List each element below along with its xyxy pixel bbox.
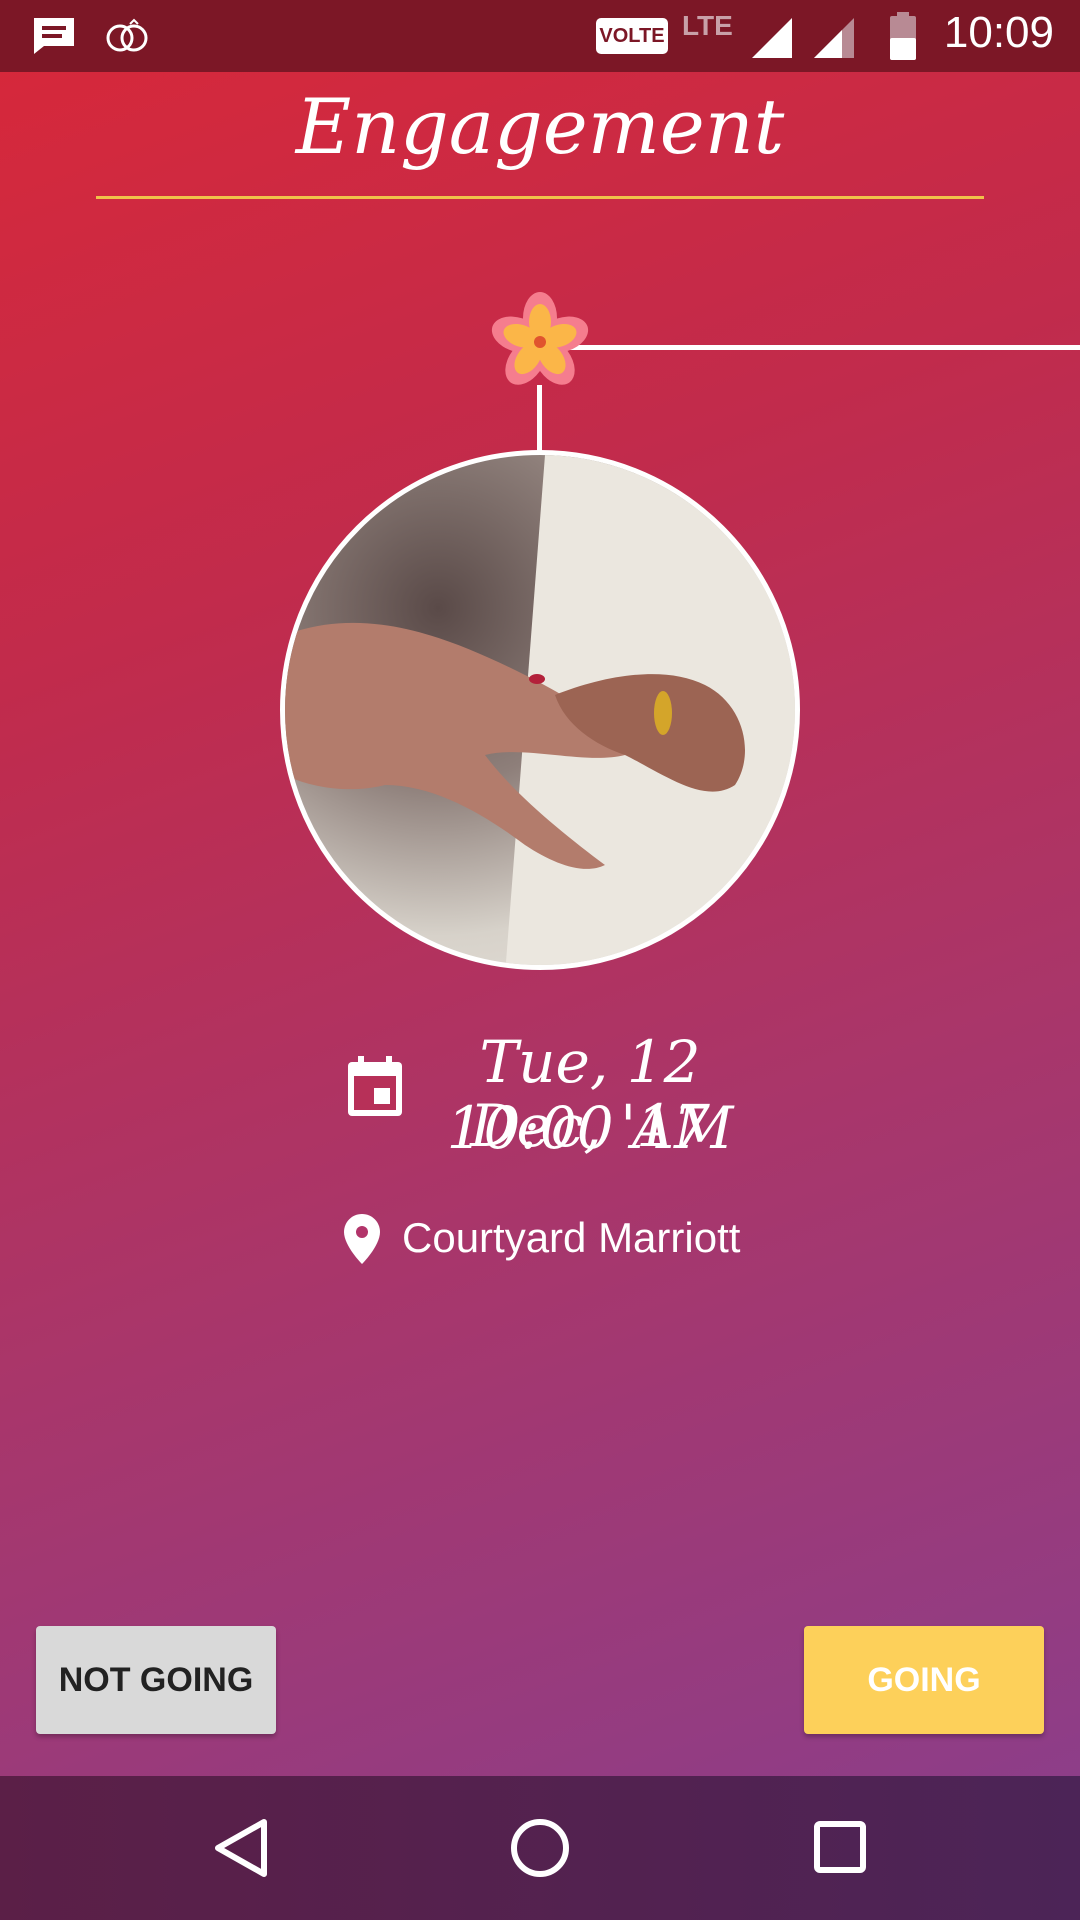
message-icon [34,18,74,54]
volte-badge: VOLTE [596,18,668,54]
decorative-line [570,345,1080,350]
signal-icon [814,18,854,58]
event-title: Engagement [295,82,785,171]
title-divider [96,196,984,199]
event-venue[interactable]: Courtyard Marriott [402,1214,740,1262]
recents-icon[interactable] [812,1816,868,1880]
back-icon[interactable] [212,1816,270,1880]
home-icon[interactable] [508,1816,572,1880]
rings-icon [106,18,148,52]
status-bar: VOLTE LTE 10:09 [0,0,1080,72]
signal-icon [752,18,792,58]
flower-icon [491,292,589,385]
battery-icon [890,12,916,60]
clock: 10:09 [943,8,1054,57]
event-time: 10:00 AM [446,1094,734,1162]
location-pin-icon [344,1214,380,1264]
event-photo [280,450,800,970]
decorative-line [537,385,542,455]
going-button[interactable]: GOING [804,1626,1044,1734]
not-going-button[interactable]: NOT GOING [36,1626,276,1734]
network-type-label: LTE [682,10,733,41]
calendar-icon [348,1056,402,1116]
navigation-bar [0,1776,1080,1920]
